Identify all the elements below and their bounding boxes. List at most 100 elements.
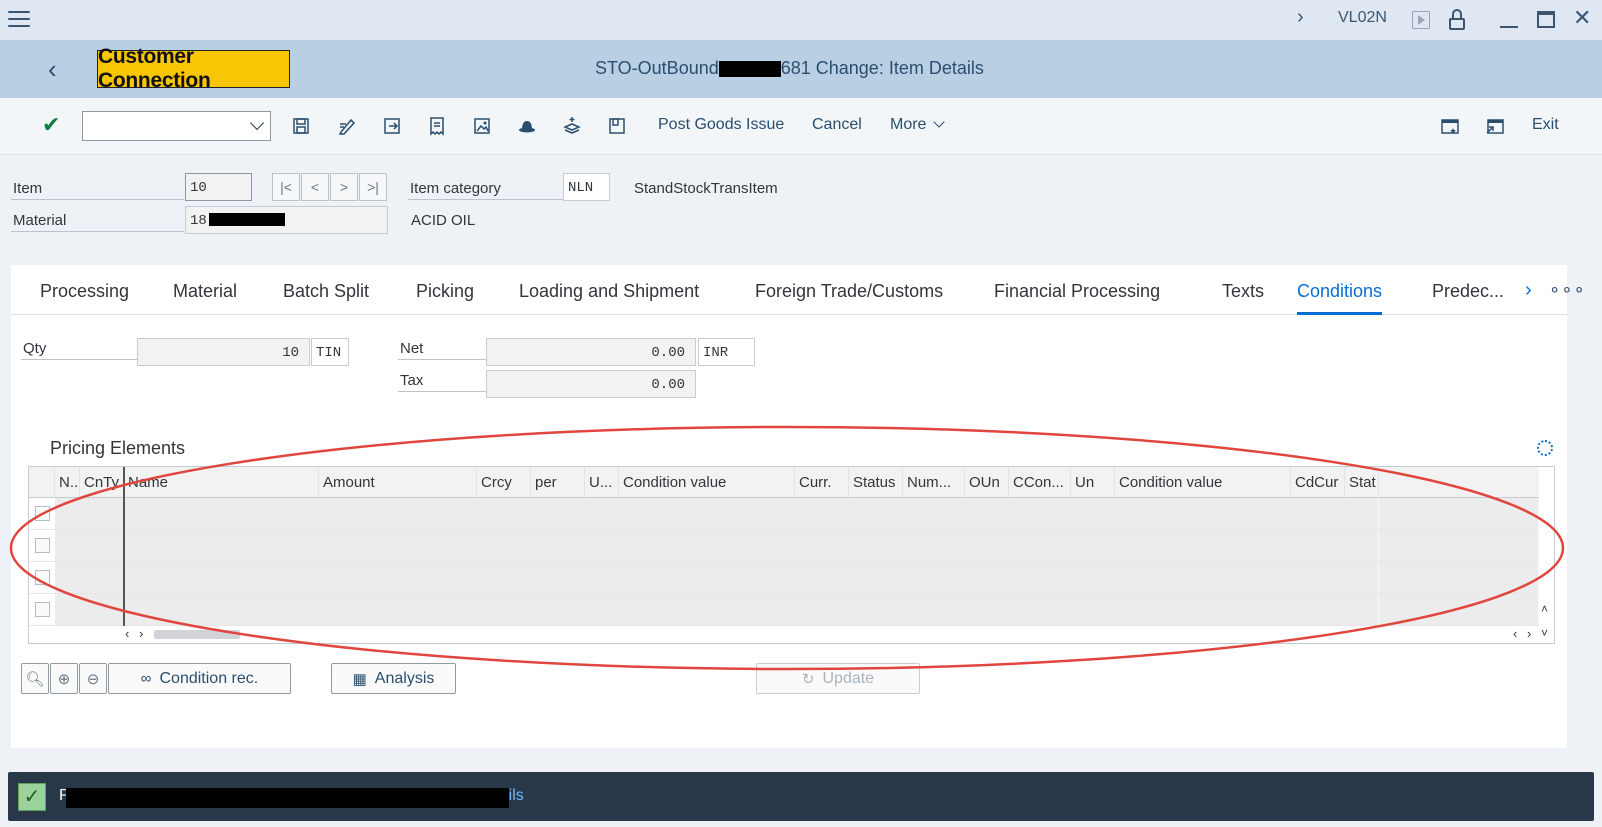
tab-foreign-trade-customs[interactable]: Foreign Trade/Customs xyxy=(755,281,943,302)
page-title: STO-OutBound 681 Change: Item Details xyxy=(595,58,984,79)
document-icon[interactable] xyxy=(427,116,447,136)
tab-financial-processing[interactable]: Financial Processing xyxy=(994,281,1160,302)
column-header[interactable]: Curr. xyxy=(795,467,849,498)
overflow-icon[interactable]: ∘∘∘ xyxy=(1549,279,1586,300)
row-selector[interactable] xyxy=(29,594,54,625)
scroll-up-icon[interactable]: ˄ xyxy=(1541,602,1548,616)
success-check-icon: ✓ xyxy=(18,783,46,811)
gear-icon[interactable] xyxy=(1537,440,1553,456)
column-header[interactable]: Stat xyxy=(1345,467,1379,498)
enter-check-icon[interactable]: ✔ xyxy=(42,112,60,138)
back-icon[interactable]: ‹ xyxy=(48,54,57,85)
create-session-icon[interactable] xyxy=(1440,116,1460,136)
navigate-icon[interactable] xyxy=(382,116,402,136)
select-all-column[interactable] xyxy=(29,467,55,498)
tab-material[interactable]: Material xyxy=(173,281,237,302)
qty-field: 10 xyxy=(137,338,310,366)
display-icon[interactable] xyxy=(607,116,627,136)
chevron-right-icon[interactable]: › xyxy=(1297,6,1304,29)
column-header[interactable]: Crcy xyxy=(477,467,531,498)
material-field[interactable]: 18 xyxy=(185,206,388,234)
scroll-thumb[interactable] xyxy=(154,630,240,639)
edit-icon[interactable] xyxy=(337,116,357,136)
chevron-right-icon[interactable]: › xyxy=(1525,279,1532,302)
vertical-scrollbar[interactable]: ˄ ˅ xyxy=(1539,498,1554,643)
condition-rec-button[interactable]: ∞ Condition rec. xyxy=(108,663,291,694)
tab-picking[interactable]: Picking xyxy=(416,281,474,302)
hat-icon[interactable] xyxy=(517,116,537,136)
minimize-icon[interactable] xyxy=(1500,26,1518,28)
column-header[interactable]: CnTy xyxy=(80,467,124,498)
column-header[interactable]: per xyxy=(531,467,585,498)
zoom-icon[interactable]: 🔍︎ xyxy=(21,663,49,694)
lock-icon[interactable] xyxy=(1449,9,1465,31)
first-item-button[interactable]: |< xyxy=(272,173,300,201)
more-button[interactable]: More xyxy=(890,116,945,134)
chevron-down-icon[interactable] xyxy=(249,115,265,131)
column-header[interactable]: CdCur xyxy=(1291,467,1345,498)
table-row[interactable] xyxy=(29,498,1539,530)
column-header[interactable]: Amount xyxy=(319,467,477,498)
maximize-icon[interactable] xyxy=(1537,11,1555,28)
column-header[interactable]: Un xyxy=(1071,467,1115,498)
horizontal-scrollbar[interactable]: ‹ › ‹ › xyxy=(29,626,1539,643)
column-header[interactable]: CCon... xyxy=(1009,467,1071,498)
next-item-button[interactable]: > xyxy=(330,173,358,201)
save-icon[interactable] xyxy=(291,116,311,136)
scroll-down-icon[interactable]: ˅ xyxy=(1541,626,1548,640)
generate-shortcut-icon[interactable] xyxy=(1485,116,1505,136)
insert-row-icon[interactable]: ⊕ xyxy=(50,663,78,694)
close-icon[interactable]: ✕ xyxy=(1573,5,1591,31)
table-row[interactable] xyxy=(29,594,1539,626)
image-icon[interactable] xyxy=(472,116,492,136)
menu-icon[interactable] xyxy=(8,9,30,29)
column-header[interactable]: Condition value xyxy=(1115,467,1291,498)
row-cells[interactable] xyxy=(55,594,1379,625)
scroll-right-icon[interactable]: › xyxy=(1527,626,1531,641)
column-header[interactable]: U... xyxy=(585,467,619,498)
tax-value-field: 0.00 xyxy=(486,370,696,398)
delete-row-icon[interactable]: ⊖ xyxy=(79,663,107,694)
scroll-right-icon[interactable]: › xyxy=(139,626,143,641)
row-checkbox[interactable] xyxy=(35,570,50,585)
last-item-button[interactable]: >| xyxy=(359,173,387,201)
column-header[interactable]: Name xyxy=(124,467,319,498)
play-icon[interactable] xyxy=(1412,11,1430,29)
command-field[interactable] xyxy=(82,111,271,141)
analysis-button[interactable]: ▦ Analysis xyxy=(331,663,456,694)
item-field[interactable]: 10 xyxy=(185,173,252,201)
column-header[interactable]: Status xyxy=(849,467,903,498)
tab-conditions[interactable]: Conditions xyxy=(1297,281,1383,315)
post-goods-issue-button[interactable]: Post Goods Issue xyxy=(658,116,784,134)
row-cells[interactable] xyxy=(55,498,1379,529)
tab-batch-split[interactable]: Batch Split xyxy=(283,281,369,302)
row-checkbox[interactable] xyxy=(35,538,50,553)
row-checkbox[interactable] xyxy=(35,602,50,617)
tab-loading-and-shipment[interactable]: Loading and Shipment xyxy=(519,281,699,302)
column-header[interactable]: N.. xyxy=(55,467,80,498)
row-selector[interactable] xyxy=(29,562,54,593)
column-header[interactable]: OUn xyxy=(965,467,1009,498)
column-header[interactable]: Num... xyxy=(903,467,965,498)
row-checkbox[interactable] xyxy=(35,506,50,521)
tab-predecessor[interactable]: Predec... xyxy=(1432,281,1504,302)
row-cells[interactable] xyxy=(55,530,1379,561)
tab-processing[interactable]: Processing xyxy=(40,281,129,302)
table-row[interactable] xyxy=(29,530,1539,562)
exit-button[interactable]: Exit xyxy=(1532,116,1559,134)
cancel-button[interactable]: Cancel xyxy=(812,116,862,134)
status-message[interactable]: Pils xyxy=(59,786,524,808)
application-toolbar: ✔ Post Goods Issue Cancel More Exit xyxy=(0,98,1602,155)
row-cells[interactable] xyxy=(55,562,1379,593)
table-row[interactable] xyxy=(29,562,1539,594)
layers-icon[interactable] xyxy=(562,116,582,136)
tab-texts[interactable]: Texts xyxy=(1222,281,1264,302)
item-category-field[interactable]: NLN xyxy=(563,173,610,201)
analysis-label: Analysis xyxy=(374,669,435,687)
scroll-left-icon[interactable]: ‹ xyxy=(125,626,129,641)
scroll-left-icon[interactable]: ‹ xyxy=(1513,626,1517,641)
row-selector[interactable] xyxy=(29,498,54,529)
previous-item-button[interactable]: < xyxy=(301,173,329,201)
column-header[interactable]: Condition value xyxy=(619,467,795,498)
row-selector[interactable] xyxy=(29,530,54,561)
